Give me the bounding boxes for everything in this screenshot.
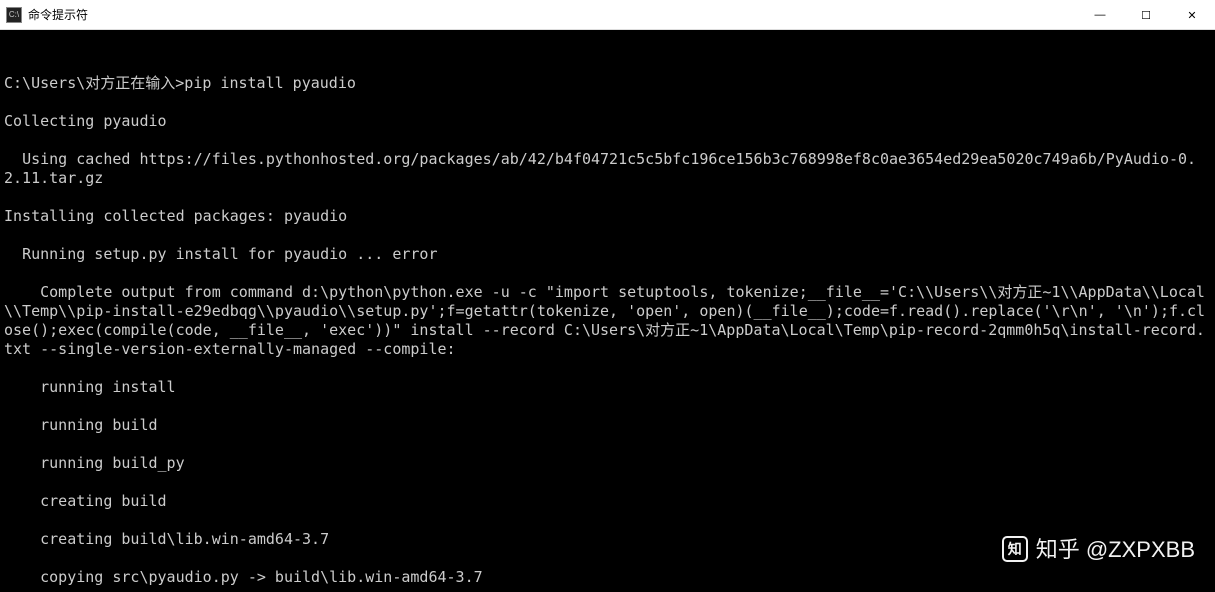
window-controls: — ☐ ✕: [1077, 0, 1215, 29]
terminal-line: Complete output from command d:\python\p…: [4, 283, 1211, 359]
terminal-output[interactable]: C:\Users\对方正在输入>pip install pyaudio Coll…: [0, 30, 1215, 592]
window-title: 命令提示符: [28, 6, 1077, 23]
window-titlebar: C:\ 命令提示符 — ☐ ✕: [0, 0, 1215, 30]
terminal-line: Collecting pyaudio: [4, 112, 1211, 131]
maximize-button[interactable]: ☐: [1123, 0, 1169, 30]
minimize-button[interactable]: —: [1077, 0, 1123, 30]
terminal-line: Running setup.py install for pyaudio ...…: [4, 245, 1211, 264]
terminal-line: copying src\pyaudio.py -> build\lib.win-…: [4, 568, 1211, 587]
terminal-line: Using cached https://files.pythonhosted.…: [4, 150, 1211, 188]
terminal-line-prompt: C:\Users\对方正在输入>pip install pyaudio: [4, 74, 1211, 93]
terminal-line: running build: [4, 416, 1211, 435]
terminal-line: creating build: [4, 492, 1211, 511]
close-button[interactable]: ✕: [1169, 0, 1215, 30]
app-icon: C:\: [6, 7, 22, 23]
terminal-line: Installing collected packages: pyaudio: [4, 207, 1211, 226]
terminal-line: running build_py: [4, 454, 1211, 473]
terminal-line: running install: [4, 378, 1211, 397]
terminal-line: creating build\lib.win-amd64-3.7: [4, 530, 1211, 549]
